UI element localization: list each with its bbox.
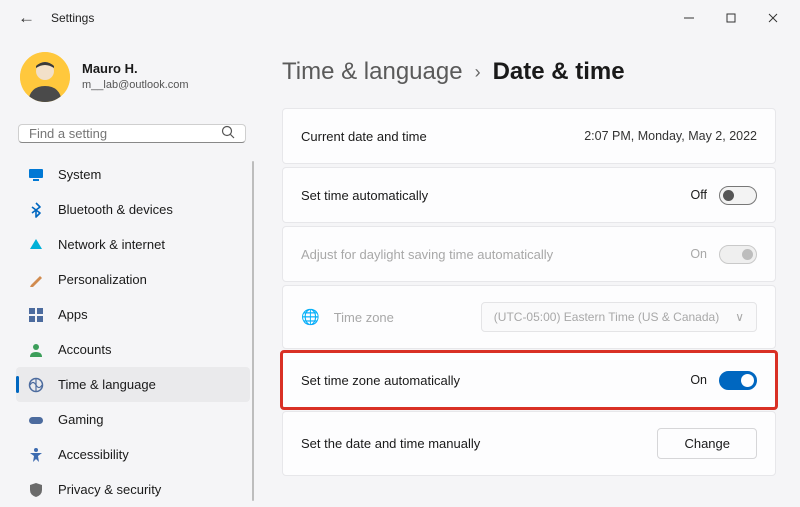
personalization-icon (28, 272, 44, 288)
sidebar-item-label: Accessibility (58, 447, 129, 462)
sidebar-item-bluetooth[interactable]: Bluetooth & devices (16, 192, 250, 227)
system-icon (28, 167, 44, 183)
sidebar-item-label: Network & internet (58, 237, 165, 252)
chevron-right-icon: › (475, 62, 481, 83)
current-date-time-value: 2:07 PM, Monday, May 2, 2022 (584, 129, 757, 143)
titlebar-left: ← Settings (18, 8, 94, 28)
gaming-icon (28, 412, 44, 428)
maximize-button[interactable] (710, 3, 752, 33)
profile-text: Mauro H. m__lab@outlook.com (82, 61, 189, 92)
set-manual-row: Set the date and time manually Change (282, 411, 776, 476)
sidebar-item-label: Personalization (58, 272, 147, 287)
globe-icon: 🌐 (301, 308, 320, 326)
sidebar-item-label: Accounts (58, 342, 111, 357)
sidebar-item-accounts[interactable]: Accounts (16, 332, 250, 367)
set-time-auto-row: Set time automatically Off (282, 167, 776, 223)
minimize-button[interactable] (668, 3, 710, 33)
toggle-state-label: On (690, 247, 707, 261)
time-zone-row: 🌐 Time zone (UTC-05:00) Eastern Time (US… (282, 285, 776, 349)
set-tz-auto-row: Set time zone automatically On (282, 352, 776, 408)
profile-email: m__lab@outlook.com (82, 78, 189, 92)
search-icon (221, 125, 235, 142)
sidebar-item-label: System (58, 167, 101, 182)
main: Time & language › Date & time Current da… (258, 36, 800, 503)
breadcrumb-parent[interactable]: Time & language (282, 58, 463, 86)
row-label: Adjust for daylight saving time automati… (301, 247, 690, 262)
sidebar-item-time[interactable]: Time & language (16, 367, 250, 402)
sidebar-item-label: Apps (58, 307, 88, 322)
sidebar-item-label: Privacy & security (58, 482, 161, 497)
toggle-state-label: Off (691, 188, 707, 202)
profile[interactable]: Mauro H. m__lab@outlook.com (16, 44, 250, 118)
avatar (20, 52, 70, 102)
sidebar-item-network[interactable]: Network & internet (16, 227, 250, 262)
profile-name: Mauro H. (82, 61, 189, 78)
search-input[interactable] (29, 126, 221, 141)
chevron-down-icon: ∨ (735, 310, 744, 324)
sidebar-item-gaming[interactable]: Gaming (16, 402, 250, 437)
settings-cards: Current date and time 2:07 PM, Monday, M… (282, 108, 776, 476)
row-label: 🌐 Time zone (301, 308, 481, 326)
sidebar-item-label: Bluetooth & devices (58, 202, 173, 217)
sidebar-item-personalization[interactable]: Personalization (16, 262, 250, 297)
row-label: Current date and time (301, 129, 584, 144)
row-label: Set time automatically (301, 188, 691, 203)
network-icon (28, 237, 44, 253)
page-title: Date & time (493, 58, 625, 86)
dst-auto-row: Adjust for daylight saving time automati… (282, 226, 776, 282)
sidebar-item-accessibility[interactable]: Accessibility (16, 437, 250, 472)
row-label: Set time zone automatically (301, 373, 690, 388)
sidebar-item-label: Time & language (58, 377, 156, 392)
time-zone-dropdown: (UTC-05:00) Eastern Time (US & Canada) ∨ (481, 302, 757, 332)
time-zone-value: (UTC-05:00) Eastern Time (US & Canada) (494, 310, 719, 324)
current-date-time-row: Current date and time 2:07 PM, Monday, M… (282, 108, 776, 164)
titlebar: ← Settings (0, 0, 800, 36)
sidebar-item-system[interactable]: System (16, 157, 250, 192)
set-tz-auto-toggle[interactable] (719, 371, 757, 390)
accounts-icon (28, 342, 44, 358)
time-zone-label: Time zone (334, 310, 394, 325)
window-title: Settings (51, 11, 94, 25)
sidebar: Mauro H. m__lab@outlook.com System Blueto… (0, 36, 258, 503)
search-box[interactable] (18, 124, 246, 143)
sidebar-item-label: Gaming (58, 412, 104, 427)
accessibility-icon (28, 447, 44, 463)
change-button[interactable]: Change (657, 428, 757, 459)
dst-auto-toggle (719, 245, 757, 264)
toggle-state-label: On (690, 373, 707, 387)
row-label: Set the date and time manually (301, 436, 657, 451)
sidebar-scrollbar[interactable] (252, 161, 254, 501)
nav: System Bluetooth & devices Network & inter… (16, 157, 250, 507)
set-time-auto-toggle[interactable] (719, 186, 757, 205)
sidebar-item-privacy[interactable]: Privacy & security (16, 472, 250, 507)
apps-icon (28, 307, 44, 323)
back-button[interactable]: ← (18, 8, 35, 28)
close-button[interactable] (752, 3, 794, 33)
privacy-icon (28, 482, 44, 498)
sidebar-item-apps[interactable]: Apps (16, 297, 250, 332)
time-icon (28, 377, 44, 393)
breadcrumb: Time & language › Date & time (282, 58, 776, 86)
window-controls (668, 3, 794, 33)
bluetooth-icon (28, 202, 44, 218)
